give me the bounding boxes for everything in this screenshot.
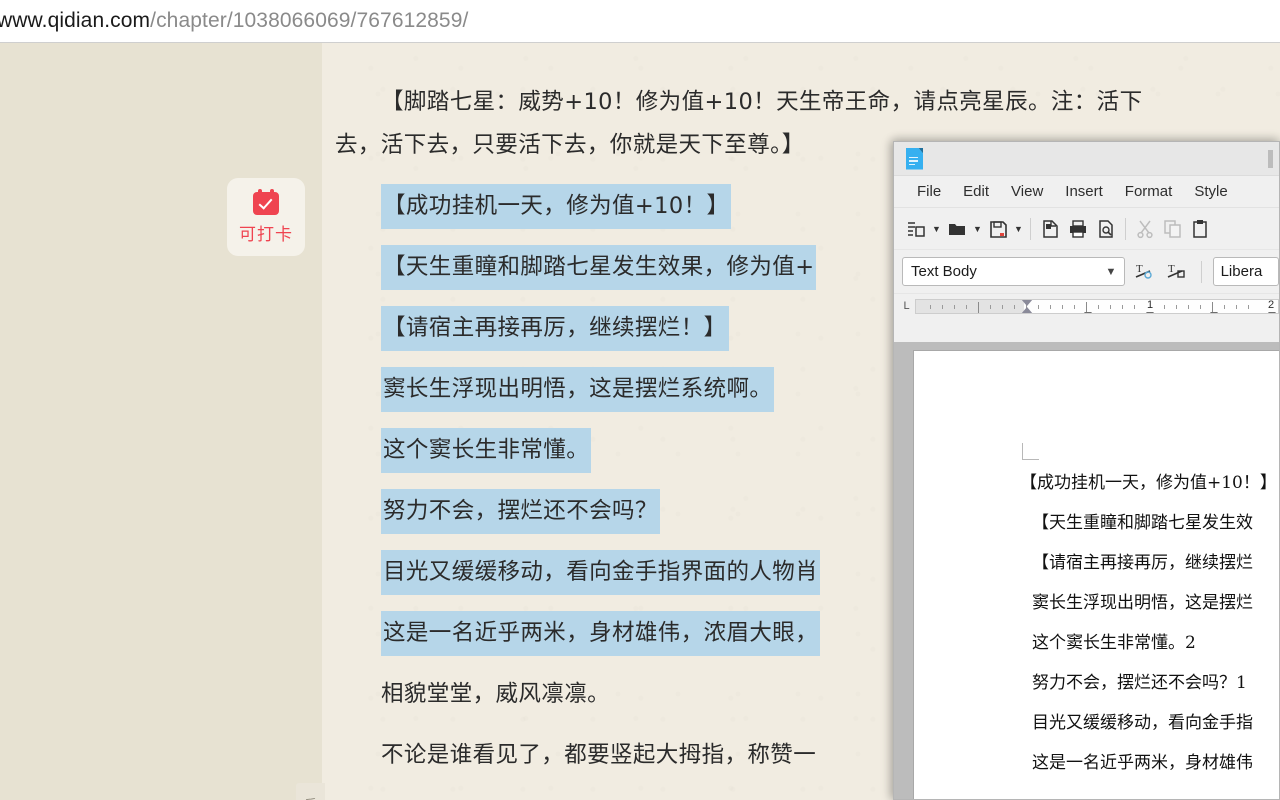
libreoffice-writer-icon: [906, 147, 923, 170]
libreoffice-writer-window[interactable]: File Edit View Insert Format Style ▼ ▼ ▼…: [893, 141, 1280, 800]
paragraph-text: 【天生重瞳和脚踏七星发生效果，修为值+: [381, 245, 817, 290]
menu-edit[interactable]: Edit: [952, 180, 1000, 203]
menu-file[interactable]: File: [906, 180, 952, 203]
export-pdf-icon[interactable]: [1036, 214, 1064, 244]
writer-title-bar[interactable]: [894, 142, 1279, 176]
doc-line-5: 这个窦长生非常懂。2: [1032, 633, 1196, 653]
new-doc-icon[interactable]: [902, 214, 930, 244]
ruler-label-1: 1: [1147, 298, 1154, 311]
ruler-track[interactable]: 1 2: [915, 298, 1279, 314]
feedback-tab[interactable]: 反 馈: [296, 783, 325, 800]
toolbar-separator-3: [1200, 260, 1202, 283]
doc-line-4: 窦长生浮现出明悟，这是摆烂: [1032, 593, 1253, 613]
doc-line-8: 这是一名近乎两米，身材雄伟: [1032, 753, 1253, 773]
doc-line-6: 努力不会，摆烂还不会吗？1: [1032, 673, 1247, 693]
menu-insert[interactable]: Insert: [1054, 180, 1114, 203]
checkin-button[interactable]: 可打卡: [227, 178, 305, 256]
paragraph-text: 努力不会，摆烂还不会吗？: [381, 489, 660, 534]
checkin-label: 可打卡: [239, 225, 293, 245]
menu-style[interactable]: Style: [1183, 180, 1238, 203]
clipboard-paste-icon[interactable]: [1187, 214, 1215, 244]
chevron-down-icon-style[interactable]: ▼: [1105, 266, 1116, 278]
paragraph-text: 这个窦长生非常懂。: [381, 428, 592, 473]
ruler-tab-stop-4[interactable]: [1268, 311, 1276, 313]
svg-text:T: T: [1168, 263, 1175, 275]
writer-document-page[interactable]: 【成功挂机一天，修为值+10！】 【天生重瞳和脚踏七星发生效 【请宿主再接再厉，…: [913, 350, 1279, 799]
menu-format[interactable]: Format: [1114, 180, 1184, 203]
doc-line-1: 【成功挂机一天，修为值+10！】: [1020, 473, 1277, 493]
writer-standard-toolbar[interactable]: ▼ ▼ ▼: [894, 208, 1279, 250]
toolbar-separator-2: [1125, 217, 1126, 240]
screen-root: www.qidian.com/chapter/1038066069/767612…: [0, 0, 1280, 800]
url-host: www.qidian.com: [0, 9, 151, 32]
paragraph-text: 窦长生浮现出明悟，这是摆烂系统啊。: [381, 367, 775, 412]
toolbar-separator-1: [1030, 217, 1031, 240]
print-preview-icon[interactable]: [1092, 214, 1120, 244]
paragraph-text: 不论是谁看见了，都要竖起大拇指，称赞一: [381, 742, 817, 768]
clear-formatting-icon[interactable]: T: [1164, 257, 1190, 287]
font-name-combo[interactable]: Libera: [1212, 257, 1279, 286]
text-boundary-mark: [1022, 443, 1039, 460]
calendar-check-icon: [253, 189, 279, 215]
paragraph-style-value: Text Body: [911, 263, 977, 280]
doc-line-2: 【天生重瞳和脚踏七星发生效: [1032, 513, 1253, 533]
clone-formatting-icon[interactable]: T: [1131, 257, 1157, 287]
paragraph-text: 相貌堂堂，威风凛凛。: [381, 681, 611, 707]
reader-left-sidebar: [0, 43, 322, 800]
ruler-left-margin: [916, 299, 1024, 313]
paragraph-style-combo[interactable]: Text Body ▼: [902, 257, 1126, 286]
url-path: /chapter/1038066069/767612859/: [150, 9, 469, 32]
chevron-down-icon-open[interactable]: ▼: [971, 214, 984, 244]
copy-icon[interactable]: [1159, 214, 1187, 244]
paragraph-text: 这是一名近乎两米，身材雄伟，浓眉大眼，: [381, 611, 821, 656]
doc-line-3: 【请宿主再接再厉，继续摆烂: [1032, 553, 1253, 573]
writer-formatting-toolbar[interactable]: Text Body ▼ T T Libera: [894, 250, 1279, 294]
chevron-down-icon-new[interactable]: ▼: [930, 214, 943, 244]
url-input[interactable]: www.qidian.com/chapter/1038066069/767612…: [0, 9, 468, 33]
doc-line-7: 目光又缓缓移动，看向金手指: [1032, 713, 1253, 733]
writer-document-text[interactable]: 【成功挂机一天，修为值+10！】 【天生重瞳和脚踏七星发生效 【请宿主再接再厉，…: [914, 463, 1279, 783]
browser-url-bar[interactable]: www.qidian.com/chapter/1038066069/767612…: [0, 0, 1280, 43]
paragraph-text: 【请宿主再接再厉，继续摆烂！】: [381, 306, 729, 351]
paragraph-text: 目光又缓缓移动，看向金手指界面的人物肖: [381, 550, 821, 595]
ruler-unit-corner[interactable]: L: [898, 300, 915, 312]
scissors-icon[interactable]: [1131, 214, 1159, 244]
ruler-tab-stop-3[interactable]: [1210, 311, 1218, 313]
folder-open-icon[interactable]: [943, 214, 971, 244]
writer-horizontal-ruler[interactable]: L 1 2: [894, 294, 1279, 318]
ruler-label-2: 2: [1268, 298, 1275, 311]
paragraph-text: 【成功挂机一天，修为值+10！】: [381, 184, 732, 229]
printer-icon[interactable]: [1064, 214, 1092, 244]
svg-text:T: T: [1136, 263, 1143, 275]
writer-document-canvas[interactable]: 【成功挂机一天，修为值+10！】 【天生重瞳和脚踏七星发生效 【请宿主再接再厉，…: [894, 342, 1279, 799]
window-controls-partial[interactable]: [1268, 149, 1273, 168]
ruler-tab-stop-2[interactable]: [1146, 311, 1154, 313]
chevron-down-icon-save[interactable]: ▼: [1012, 214, 1025, 244]
ruler-tab-stop-1[interactable]: [1084, 311, 1092, 313]
save-floppy-icon[interactable]: [984, 214, 1012, 244]
menu-view[interactable]: View: [1000, 180, 1054, 203]
writer-menu-bar[interactable]: File Edit View Insert Format Style: [894, 176, 1279, 208]
